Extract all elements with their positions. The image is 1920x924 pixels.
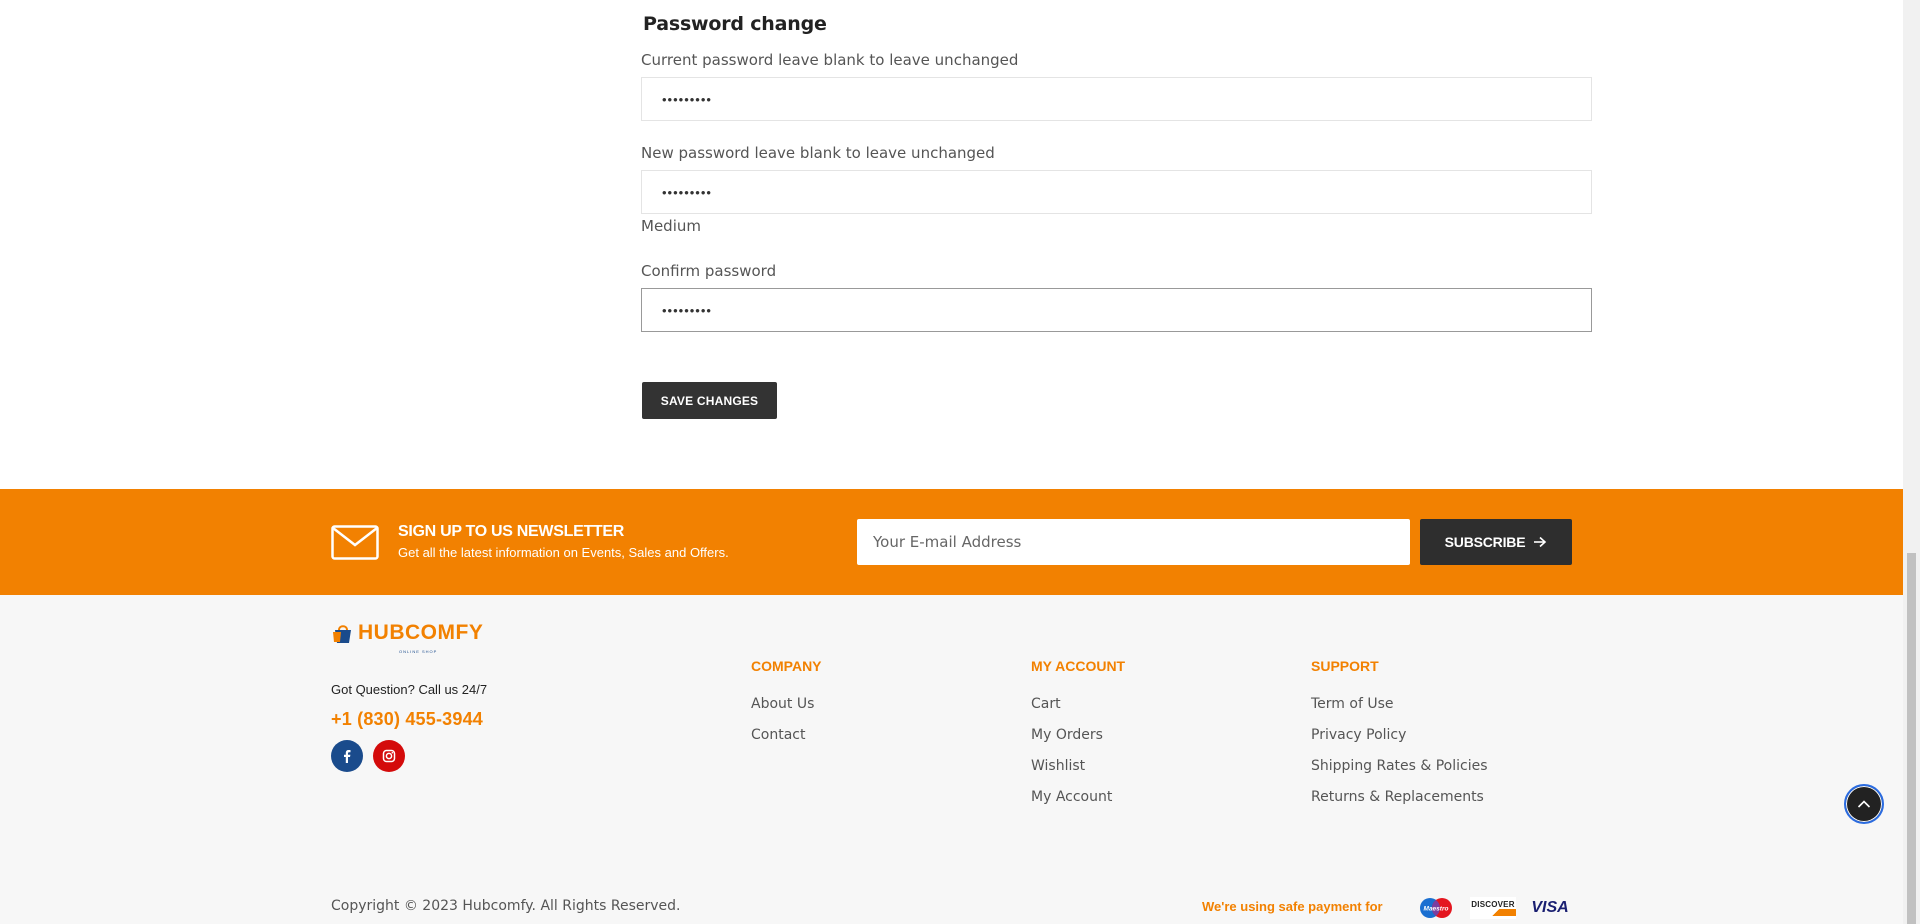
chevron-up-icon	[1857, 800, 1871, 808]
shopping-bag-icon	[333, 625, 351, 643]
save-changes-button[interactable]: SAVE CHANGES	[642, 382, 777, 419]
maestro-logo: Maestro	[1415, 897, 1457, 919]
payment-label: We're using safe payment for	[1202, 899, 1383, 914]
footer-link-my-orders[interactable]: My Orders	[1031, 727, 1125, 758]
facebook-link[interactable]	[331, 740, 363, 772]
footer-link-privacy-policy[interactable]: Privacy Policy	[1311, 727, 1488, 758]
footer-column-support: SUPPORT Term of Use Privacy Policy Shipp…	[1311, 658, 1488, 820]
back-to-top-button[interactable]	[1844, 784, 1884, 824]
current-password-input[interactable]: •••••••••	[641, 77, 1592, 121]
facebook-icon	[344, 750, 351, 763]
footer-column-company: COMPANY About Us Contact	[751, 658, 822, 758]
footer-link-contact[interactable]: Contact	[751, 727, 822, 758]
discover-text: DISCOVER	[1471, 900, 1515, 909]
subscribe-button[interactable]: SUBSCRIBE	[1420, 519, 1572, 565]
column-title: COMPANY	[751, 658, 822, 674]
support-question: Got Question? Call us 24/7	[331, 682, 488, 697]
newsletter-title: SIGN UP TO US NEWSLETTER	[398, 523, 625, 540]
current-password-label: Current password leave blank to leave un…	[641, 51, 1019, 69]
footer-link-returns[interactable]: Returns & Replacements	[1311, 789, 1488, 820]
footer-column-my-account: MY ACCOUNT Cart My Orders Wishlist My Ac…	[1031, 658, 1125, 820]
confirm-password-label: Confirm password	[641, 262, 777, 280]
instagram-link[interactable]	[373, 740, 405, 772]
newsletter-band: SIGN UP TO US NEWSLETTER Get all the lat…	[0, 489, 1903, 595]
page: Password change Current password leave b…	[0, 0, 1920, 924]
maestro-text: Maestro	[1424, 906, 1449, 913]
footer-link-shipping-rates[interactable]: Shipping Rates & Policies	[1311, 758, 1488, 789]
column-title: MY ACCOUNT	[1031, 658, 1126, 674]
footer-link-term-of-use[interactable]: Term of Use	[1311, 696, 1488, 727]
footer-link-wishlist[interactable]: Wishlist	[1031, 758, 1125, 789]
copyright: Copyright © 2023 Hubcomfy. All Rights Re…	[331, 898, 681, 914]
logo-text: HUBCOMFY	[358, 621, 484, 644]
password-strength-indicator: Medium	[641, 217, 701, 235]
footer-link-cart[interactable]: Cart	[1031, 696, 1125, 727]
footer: HUBCOMFY ONLINE SHOP Got Question? Call …	[0, 595, 1903, 924]
scrollbar-thumb[interactable]	[1907, 553, 1916, 924]
page-scrollbar[interactable]	[1903, 0, 1920, 924]
column-title: SUPPORT	[1311, 658, 1379, 674]
support-phone[interactable]: +1 (830) 455-3944	[331, 709, 483, 730]
visa-logo: VISA	[1531, 899, 1569, 916]
newsletter-email-input[interactable]: Your E-mail Address	[857, 519, 1410, 565]
subscribe-label: SUBSCRIBE	[1444, 534, 1526, 550]
logo-tagline: ONLINE SHOP	[399, 649, 438, 654]
new-password-label: New password leave blank to leave unchan…	[641, 144, 995, 162]
confirm-password-input[interactable]: •••••••••	[641, 288, 1592, 332]
section-title: Password change	[643, 13, 827, 35]
footer-link-my-account[interactable]: My Account	[1031, 789, 1125, 820]
instagram-icon	[382, 749, 396, 763]
logo[interactable]: HUBCOMFY ONLINE SHOP	[331, 621, 484, 654]
arrow-right-icon	[1534, 536, 1547, 548]
envelope-icon	[331, 525, 379, 560]
footer-link-about-us[interactable]: About Us	[751, 696, 822, 727]
newsletter-subtitle: Get all the latest information on Events…	[398, 545, 729, 560]
discover-stripe	[1470, 909, 1516, 916]
new-password-input[interactable]: •••••••••	[641, 170, 1592, 214]
discover-logo: DISCOVER	[1470, 897, 1516, 919]
